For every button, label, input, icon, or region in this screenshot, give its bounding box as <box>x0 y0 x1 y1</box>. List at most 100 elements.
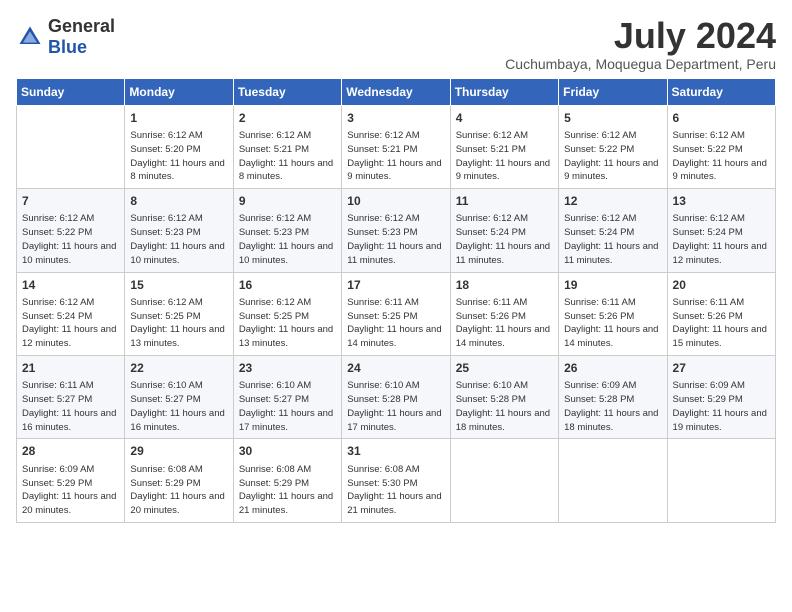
day-number: 30 <box>239 443 336 460</box>
logo-icon <box>16 23 44 51</box>
cell-info: Sunrise: 6:12 AMSunset: 5:22 PMDaylight:… <box>564 129 661 184</box>
cell-info: Sunrise: 6:11 AMSunset: 5:26 PMDaylight:… <box>673 296 770 351</box>
cell-info: Sunrise: 6:12 AMSunset: 5:24 PMDaylight:… <box>22 296 119 351</box>
calendar-cell: 14 Sunrise: 6:12 AMSunset: 5:24 PMDayligh… <box>17 272 125 355</box>
day-number: 5 <box>564 110 661 127</box>
calendar-cell: 29 Sunrise: 6:08 AMSunset: 5:29 PMDayligh… <box>125 439 233 522</box>
day-number: 21 <box>22 360 119 377</box>
cell-info: Sunrise: 6:12 AMSunset: 5:23 PMDaylight:… <box>239 212 336 267</box>
day-number: 22 <box>130 360 227 377</box>
cell-info: Sunrise: 6:12 AMSunset: 5:21 PMDaylight:… <box>456 129 553 184</box>
day-header-saturday: Saturday <box>667 78 775 105</box>
day-number: 8 <box>130 193 227 210</box>
calendar-cell: 16 Sunrise: 6:12 AMSunset: 5:25 PMDayligh… <box>233 272 341 355</box>
location-subtitle: Cuchumbaya, Moquegua Department, Peru <box>505 56 776 72</box>
calendar-cell: 26Sunrise: 6:09 AMSunset: 5:28 PMDayligh… <box>559 355 667 438</box>
day-header-wednesday: Wednesday <box>342 78 450 105</box>
cell-info: Sunrise: 6:11 AMSunset: 5:26 PMDaylight:… <box>564 296 661 351</box>
cell-info: Sunrise: 6:12 AMSunset: 5:21 PMDaylight:… <box>239 129 336 184</box>
calendar-cell: 6 Sunrise: 6:12 AMSunset: 5:22 PMDaylight… <box>667 105 775 188</box>
day-header-monday: Monday <box>125 78 233 105</box>
calendar-cell: 19 Sunrise: 6:11 AMSunset: 5:26 PMDayligh… <box>559 272 667 355</box>
week-row-3: 14 Sunrise: 6:12 AMSunset: 5:24 PMDayligh… <box>17 272 776 355</box>
day-header-tuesday: Tuesday <box>233 78 341 105</box>
cell-info: Sunrise: 6:11 AMSunset: 5:26 PMDaylight:… <box>456 296 553 351</box>
week-row-5: 28Sunrise: 6:09 AMSunset: 5:29 PMDayligh… <box>17 439 776 522</box>
day-number: 12 <box>564 193 661 210</box>
cell-info: Sunrise: 6:12 AMSunset: 5:24 PMDaylight:… <box>564 212 661 267</box>
calendar-cell <box>559 439 667 522</box>
day-number: 10 <box>347 193 444 210</box>
calendar-cell: 4 Sunrise: 6:12 AMSunset: 5:21 PMDaylight… <box>450 105 558 188</box>
cell-info: Sunrise: 6:09 AMSunset: 5:28 PMDaylight:… <box>564 379 661 434</box>
cell-info: Sunrise: 6:09 AMSunset: 5:29 PMDaylight:… <box>22 463 119 518</box>
calendar-cell: 25 Sunrise: 6:10 AMSunset: 5:28 PMDayligh… <box>450 355 558 438</box>
day-number: 13 <box>673 193 770 210</box>
logo: General Blue <box>16 16 115 58</box>
day-number: 23 <box>239 360 336 377</box>
calendar-cell: 30 Sunrise: 6:08 AMSunset: 5:29 PMDayligh… <box>233 439 341 522</box>
calendar-cell <box>667 439 775 522</box>
day-number: 2 <box>239 110 336 127</box>
calendar-cell: 17 Sunrise: 6:11 AMSunset: 5:25 PMDayligh… <box>342 272 450 355</box>
day-number: 27 <box>673 360 770 377</box>
cell-info: Sunrise: 6:12 AMSunset: 5:23 PMDaylight:… <box>347 212 444 267</box>
month-year-title: July 2024 <box>505 16 776 56</box>
day-number: 29 <box>130 443 227 460</box>
cell-info: Sunrise: 6:08 AMSunset: 5:29 PMDaylight:… <box>239 463 336 518</box>
cell-info: Sunrise: 6:11 AMSunset: 5:27 PMDaylight:… <box>22 379 119 434</box>
day-number: 6 <box>673 110 770 127</box>
calendar-cell: 11 Sunrise: 6:12 AMSunset: 5:24 PMDayligh… <box>450 189 558 272</box>
calendar-cell: 2 Sunrise: 6:12 AMSunset: 5:21 PMDaylight… <box>233 105 341 188</box>
calendar-cell: 9 Sunrise: 6:12 AMSunset: 5:23 PMDaylight… <box>233 189 341 272</box>
day-number: 1 <box>130 110 227 127</box>
cell-info: Sunrise: 6:10 AMSunset: 5:27 PMDaylight:… <box>239 379 336 434</box>
calendar-cell: 10 Sunrise: 6:12 AMSunset: 5:23 PMDayligh… <box>342 189 450 272</box>
calendar-cell: 13 Sunrise: 6:12 AMSunset: 5:24 PMDayligh… <box>667 189 775 272</box>
calendar-cell: 5 Sunrise: 6:12 AMSunset: 5:22 PMDaylight… <box>559 105 667 188</box>
cell-info: Sunrise: 6:12 AMSunset: 5:25 PMDaylight:… <box>239 296 336 351</box>
calendar-cell: 28Sunrise: 6:09 AMSunset: 5:29 PMDayligh… <box>17 439 125 522</box>
day-number: 3 <box>347 110 444 127</box>
calendar-table: SundayMondayTuesdayWednesdayThursdayFrid… <box>16 78 776 523</box>
day-number: 11 <box>456 193 553 210</box>
day-number: 7 <box>22 193 119 210</box>
cell-info: Sunrise: 6:12 AMSunset: 5:22 PMDaylight:… <box>673 129 770 184</box>
day-number: 17 <box>347 277 444 294</box>
cell-info: Sunrise: 6:08 AMSunset: 5:29 PMDaylight:… <box>130 463 227 518</box>
day-number: 25 <box>456 360 553 377</box>
calendar-cell: 3 Sunrise: 6:12 AMSunset: 5:21 PMDaylight… <box>342 105 450 188</box>
calendar-cell: 23 Sunrise: 6:10 AMSunset: 5:27 PMDayligh… <box>233 355 341 438</box>
day-number: 31 <box>347 443 444 460</box>
cell-info: Sunrise: 6:12 AMSunset: 5:21 PMDaylight:… <box>347 129 444 184</box>
calendar-cell: 8 Sunrise: 6:12 AMSunset: 5:23 PMDaylight… <box>125 189 233 272</box>
calendar-header-row: SundayMondayTuesdayWednesdayThursdayFrid… <box>17 78 776 105</box>
calendar-cell: 22 Sunrise: 6:10 AMSunset: 5:27 PMDayligh… <box>125 355 233 438</box>
week-row-2: 7Sunrise: 6:12 AMSunset: 5:22 PMDaylight… <box>17 189 776 272</box>
day-number: 19 <box>564 277 661 294</box>
day-number: 16 <box>239 277 336 294</box>
cell-info: Sunrise: 6:12 AMSunset: 5:23 PMDaylight:… <box>130 212 227 267</box>
title-section: July 2024 Cuchumbaya, Moquegua Departmen… <box>505 16 776 72</box>
cell-info: Sunrise: 6:12 AMSunset: 5:25 PMDaylight:… <box>130 296 227 351</box>
day-number: 9 <box>239 193 336 210</box>
week-row-4: 21 Sunrise: 6:11 AMSunset: 5:27 PMDayligh… <box>17 355 776 438</box>
cell-info: Sunrise: 6:11 AMSunset: 5:25 PMDaylight:… <box>347 296 444 351</box>
day-number: 14 <box>22 277 119 294</box>
day-number: 4 <box>456 110 553 127</box>
cell-info: Sunrise: 6:12 AMSunset: 5:24 PMDaylight:… <box>456 212 553 267</box>
cell-info: Sunrise: 6:10 AMSunset: 5:27 PMDaylight:… <box>130 379 227 434</box>
day-header-sunday: Sunday <box>17 78 125 105</box>
calendar-cell: 27Sunrise: 6:09 AMSunset: 5:29 PMDayligh… <box>667 355 775 438</box>
day-header-friday: Friday <box>559 78 667 105</box>
day-header-thursday: Thursday <box>450 78 558 105</box>
calendar-cell: 21 Sunrise: 6:11 AMSunset: 5:27 PMDayligh… <box>17 355 125 438</box>
day-number: 18 <box>456 277 553 294</box>
week-row-1: 1Sunrise: 6:12 AMSunset: 5:20 PMDaylight… <box>17 105 776 188</box>
calendar-cell: 1Sunrise: 6:12 AMSunset: 5:20 PMDaylight… <box>125 105 233 188</box>
calendar-cell: 20Sunrise: 6:11 AMSunset: 5:26 PMDayligh… <box>667 272 775 355</box>
calendar-cell <box>450 439 558 522</box>
cell-info: Sunrise: 6:10 AMSunset: 5:28 PMDaylight:… <box>456 379 553 434</box>
calendar-cell: 24Sunrise: 6:10 AMSunset: 5:28 PMDayligh… <box>342 355 450 438</box>
cell-info: Sunrise: 6:12 AMSunset: 5:24 PMDaylight:… <box>673 212 770 267</box>
